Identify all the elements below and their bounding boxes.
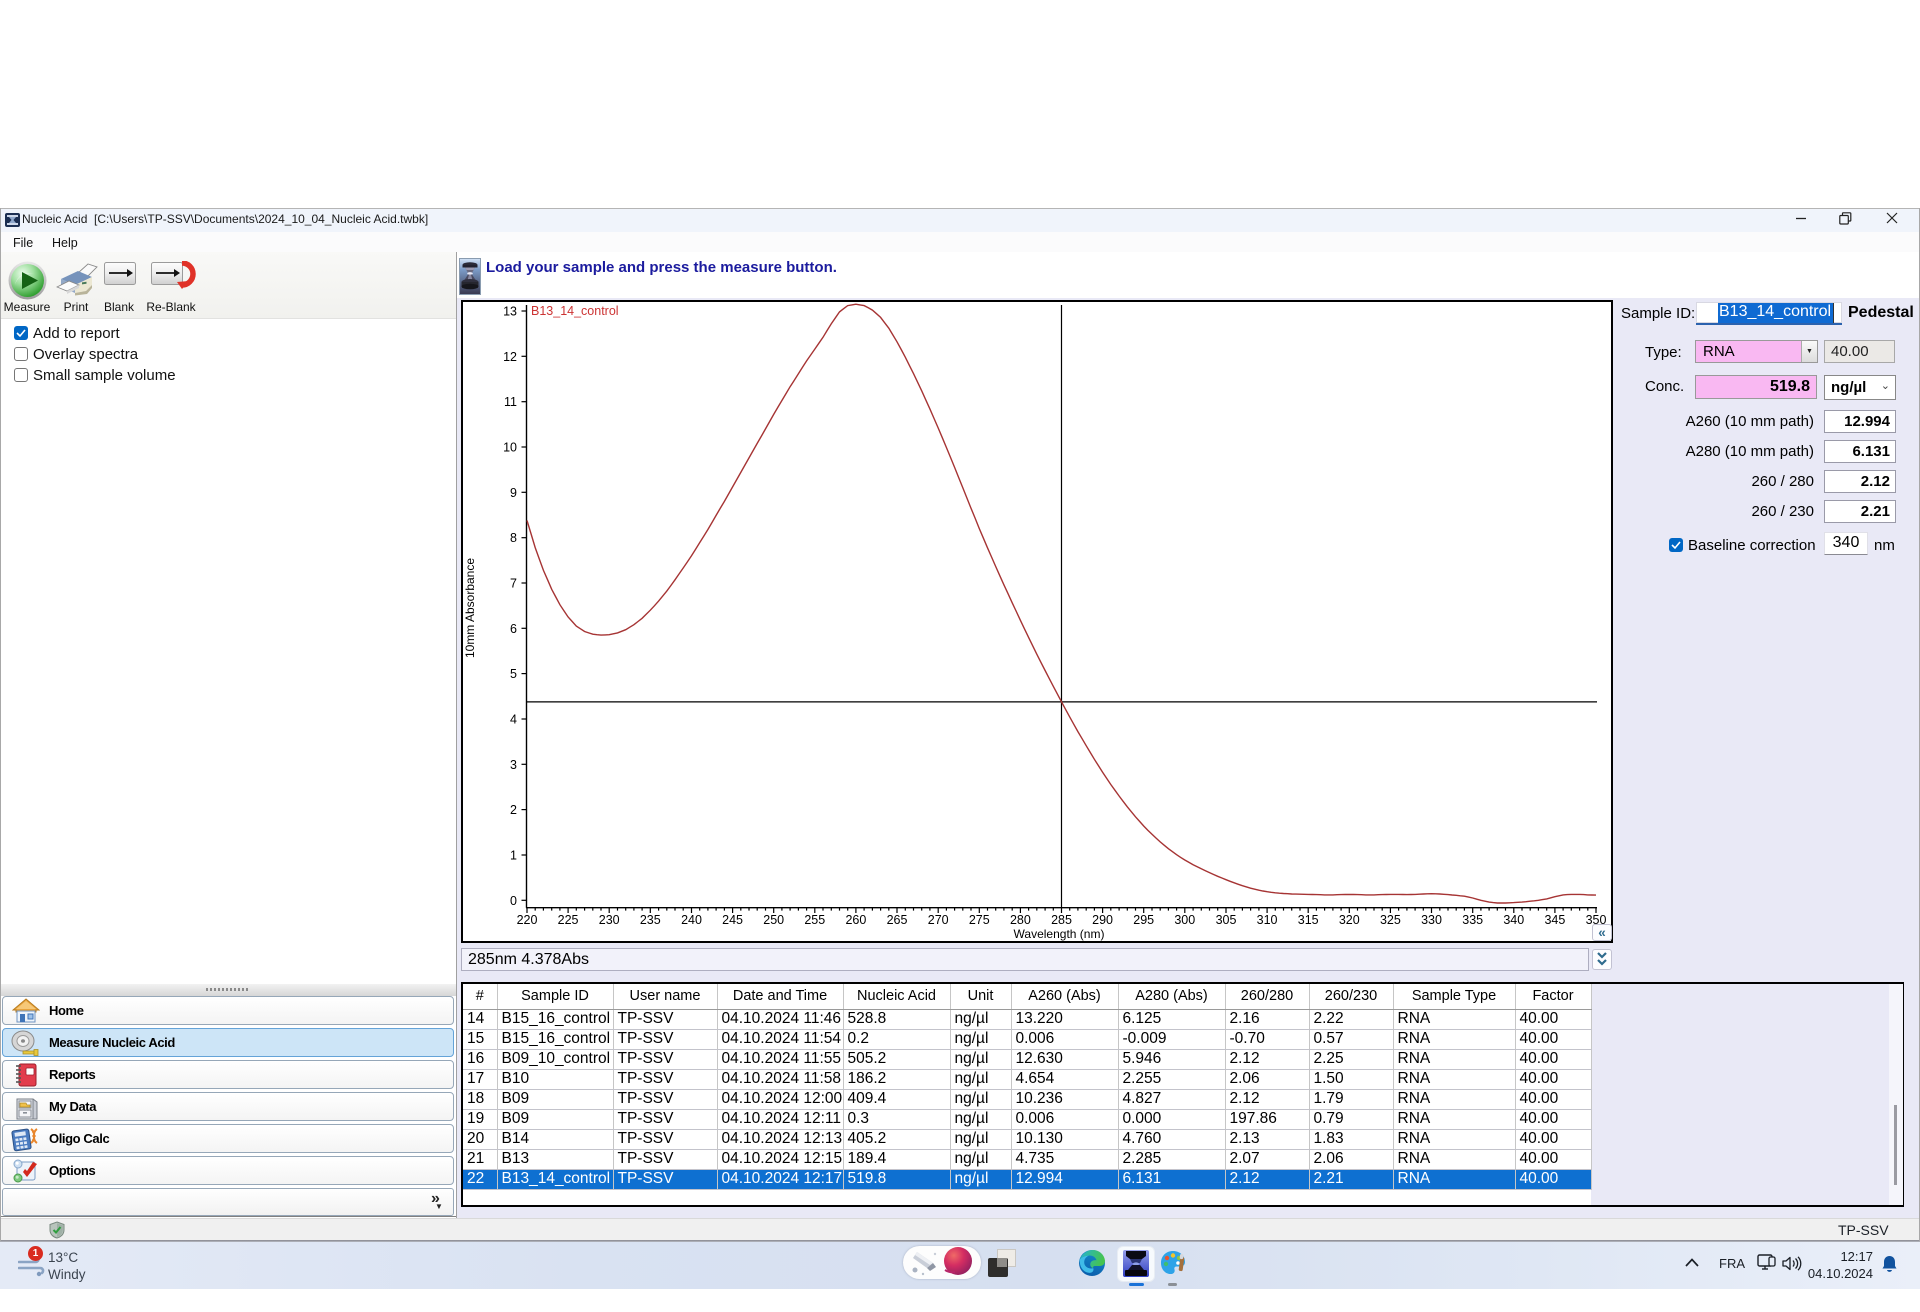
svg-text:11: 11 <box>504 395 517 409</box>
svg-text:340: 340 <box>1503 913 1524 927</box>
svg-text:280: 280 <box>1010 913 1031 927</box>
svg-text:230: 230 <box>599 913 620 927</box>
svg-text:6: 6 <box>510 622 517 636</box>
svg-text:245: 245 <box>722 913 743 927</box>
svg-text:260: 260 <box>845 913 866 927</box>
svg-text:265: 265 <box>887 913 908 927</box>
svg-text:240: 240 <box>681 913 702 927</box>
svg-text:3: 3 <box>510 758 517 772</box>
svg-text:1: 1 <box>510 849 517 863</box>
svg-text:4: 4 <box>510 713 517 727</box>
svg-text:330: 330 <box>1421 913 1442 927</box>
svg-text:325: 325 <box>1380 913 1401 927</box>
svg-text:0: 0 <box>510 894 517 908</box>
svg-text:10: 10 <box>503 441 517 455</box>
svg-text:9: 9 <box>510 486 517 500</box>
svg-text:5: 5 <box>510 667 517 681</box>
svg-text:335: 335 <box>1462 913 1483 927</box>
svg-text:295: 295 <box>1133 913 1154 927</box>
svg-text:250: 250 <box>763 913 784 927</box>
svg-text:345: 345 <box>1544 913 1565 927</box>
svg-text:235: 235 <box>640 913 661 927</box>
svg-text:300: 300 <box>1174 913 1195 927</box>
svg-text:285: 285 <box>1051 913 1072 927</box>
svg-text:7: 7 <box>510 577 517 591</box>
svg-text:310: 310 <box>1257 913 1278 927</box>
svg-text:13: 13 <box>503 305 517 319</box>
svg-text:320: 320 <box>1339 913 1360 927</box>
svg-text:B13_14_control: B13_14_control <box>531 304 619 318</box>
svg-text:10mm Absorbance: 10mm Absorbance <box>463 558 477 658</box>
svg-text:255: 255 <box>804 913 825 927</box>
svg-text:2: 2 <box>510 803 517 817</box>
svg-text:270: 270 <box>928 913 949 927</box>
svg-text:315: 315 <box>1298 913 1319 927</box>
svg-text:220: 220 <box>517 913 538 927</box>
svg-text:305: 305 <box>1216 913 1237 927</box>
svg-text:Wavelength (nm): Wavelength (nm) <box>1014 927 1105 941</box>
svg-text:225: 225 <box>558 913 579 927</box>
svg-text:290: 290 <box>1092 913 1113 927</box>
svg-text:12: 12 <box>503 350 517 364</box>
svg-text:275: 275 <box>969 913 990 927</box>
svg-text:8: 8 <box>510 531 517 545</box>
